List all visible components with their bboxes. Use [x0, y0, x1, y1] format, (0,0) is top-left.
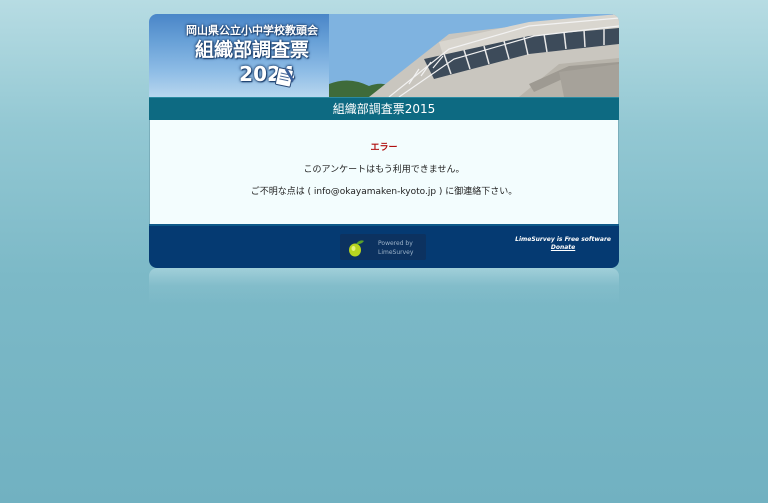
error-label: エラー	[370, 143, 398, 153]
survey-title-bar: 組織部調査票2015	[149, 97, 619, 120]
free-software-notice: LimeSurvey is Free software Donate	[515, 236, 611, 252]
header-banner: 岡山県公立小中学校教頭会 組織部調査票 2024	[149, 14, 619, 97]
free-software-link[interactable]: LimeSurvey is Free software	[515, 236, 611, 244]
contact-message: ご不明な点は ( info@okayamaken-kyoto.jp ) に御連絡…	[250, 187, 518, 197]
building-photo	[329, 14, 619, 97]
org-name: 岡山県公立小中学校教頭会	[186, 24, 318, 37]
powered-by-line1: Powered by	[378, 240, 413, 247]
banner-title: 岡山県公立小中学校教頭会 組織部調査票 2024	[177, 24, 327, 86]
survey-name: 組織部調査票	[194, 39, 309, 61]
survey-container: 岡山県公立小中学校教頭会 組織部調査票 2024 組織部調査票2015 エラー …	[149, 14, 619, 304]
powered-by-text: Powered by LimeSurvey	[378, 239, 413, 257]
reflection-decoration	[149, 268, 619, 304]
donate-link[interactable]: Donate	[515, 244, 611, 252]
powered-by-badge[interactable]: Powered by LimeSurvey	[340, 234, 426, 260]
error-message: このアンケートはもう利用できません。	[303, 165, 465, 175]
footer: Powered by LimeSurvey LimeSurvey is Free…	[149, 224, 619, 268]
powered-by-line2: LimeSurvey	[378, 249, 414, 256]
lime-icon	[349, 240, 364, 257]
clipboard-icon	[274, 67, 294, 88]
content-area: エラー このアンケートはもう利用できません。 ご不明な点は ( info@oka…	[149, 120, 619, 224]
